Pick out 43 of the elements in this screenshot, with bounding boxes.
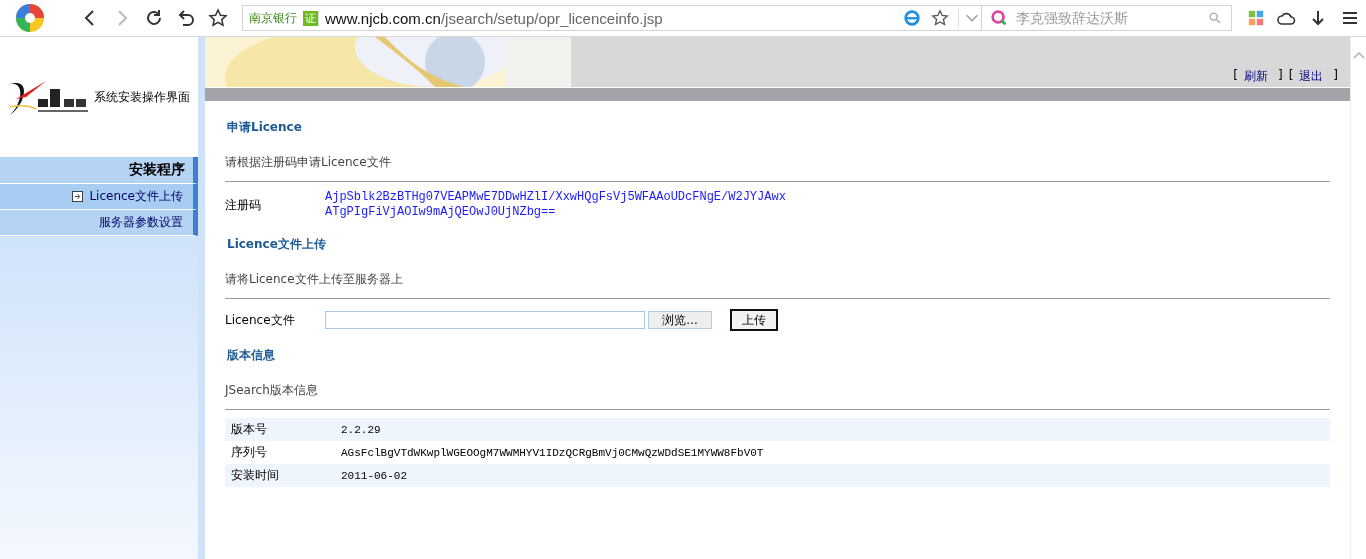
- star-icon[interactable]: [931, 9, 949, 27]
- bracket: ]: [1333, 68, 1338, 84]
- table-cell-text: 安装时间: [230, 467, 280, 484]
- table-cell: 2011-06-02: [341, 469, 407, 482]
- e-icon[interactable]: [903, 9, 921, 27]
- undo-icon[interactable]: [176, 8, 196, 28]
- table-cell-text: 序列号: [230, 444, 268, 461]
- field-label: Licence文件: [225, 311, 296, 329]
- address-bar[interactable]: 南京银行 证 www.njcb.com.cn/jsearch/setup/opr_licenceinfo.jsp: [242, 5, 982, 31]
- menu-item[interactable]: Licence文件上传: [0, 184, 198, 210]
- certificate-badge: 证: [303, 10, 319, 26]
- browse-button[interactable]: 浏览...: [648, 311, 712, 329]
- file-path-field[interactable]: [325, 311, 645, 329]
- menu-heading: 安装程序: [0, 157, 198, 184]
- dropdown-icon[interactable]: [958, 9, 981, 27]
- bracket: [: [1233, 68, 1238, 84]
- table-cell-text: 版本号: [230, 421, 268, 438]
- table-cell: AGsFclBgVTdWKwplWGEOOgM7WWMHYV1IDzQCRgBmVj0CMwQzWDdSE1MYWW8FbV0T: [341, 446, 764, 459]
- bracket: ]: [1277, 68, 1283, 84]
- url-text: www.njcb.com.cn/jsearch/setup/opr_licenceinfo.jsp: [325, 9, 664, 27]
- star-icon[interactable]: [208, 8, 228, 28]
- header-link[interactable]: 退出: [1299, 68, 1324, 85]
- bracket: [: [1288, 68, 1294, 84]
- scrollbar[interactable]: [1350, 37, 1366, 559]
- section-description: 请将Licence文件上传至服务器上: [225, 271, 404, 288]
- menu-item[interactable]: 服务器参数设置: [0, 210, 198, 236]
- section-title: Licence文件上传: [226, 236, 327, 253]
- app-title: 系统安装操作界面: [94, 88, 190, 106]
- section-description: JSearch版本信息: [225, 382, 319, 399]
- arrow-box-icon: [72, 191, 84, 202]
- registration-code: AjpSblk2BzBTHg07VEAPMwE7DDwHZlI/XxwHQgFsVj5WFAAoUDcFNgE/W2JYJAwx: [325, 190, 786, 205]
- registration-code: ATgPIgFiVjAOIw9mAjQEOwJ0UjNZbg==: [325, 205, 557, 220]
- table-cell: 2.2.29: [341, 423, 381, 436]
- upload-button[interactable]: 上传: [730, 309, 778, 331]
- reload-icon[interactable]: [144, 8, 164, 28]
- section-description: 请根据注册码申请Licence文件: [225, 154, 392, 171]
- apps-icon[interactable]: [1248, 10, 1264, 26]
- header-link[interactable]: 刷新: [1243, 68, 1268, 85]
- site-label: 南京银行: [249, 9, 297, 27]
- search-field[interactable]: 李克强致辞达沃斯: [982, 5, 1232, 31]
- section-title: 申请Licence: [226, 119, 303, 136]
- section-title: 版本信息: [226, 347, 276, 364]
- field-label: 注册码: [225, 196, 262, 214]
